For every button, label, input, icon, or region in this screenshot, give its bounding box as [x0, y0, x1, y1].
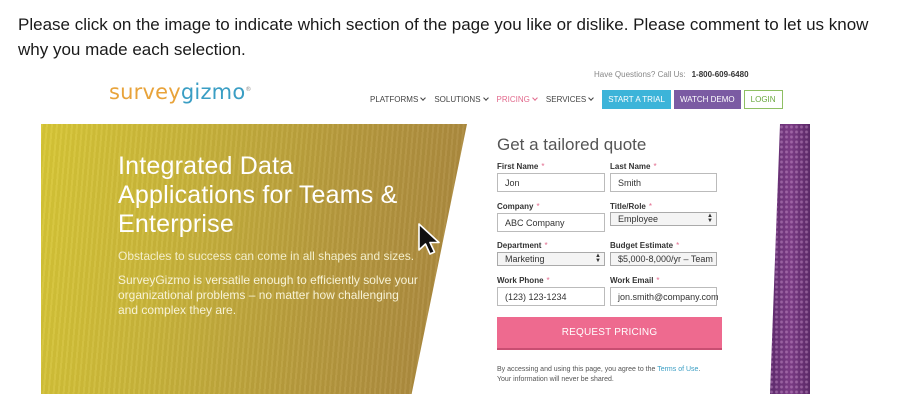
department-label-text: Department: [497, 241, 542, 250]
first-name-field[interactable]: Jon: [497, 173, 605, 192]
hero-title: Integrated Data Applications for Teams &…: [118, 152, 398, 238]
work-phone-field[interactable]: (123) 123-1234: [497, 287, 605, 306]
chevron-down-icon: [532, 95, 538, 101]
nav-solutions-label: SOLUTIONS: [434, 95, 481, 104]
last-name-label-text: Last Name: [610, 162, 651, 171]
title-role-label: Title/Role *: [610, 202, 652, 211]
work-email-label: Work Email *: [610, 276, 660, 285]
nav-platforms-label: PLATFORMS: [370, 95, 419, 104]
title-role-select[interactable]: Employee ▲ ▼: [610, 212, 717, 226]
login-button[interactable]: LOGIN: [743, 90, 783, 109]
logo-trademark: ®: [245, 86, 252, 93]
disclaimer-text: By accessing and using this page, you ag…: [497, 366, 658, 373]
nav-pricing[interactable]: PRICING: [496, 95, 538, 104]
department-label: Department *: [497, 241, 548, 250]
title-role-label-text: Title/Role: [610, 202, 646, 211]
company-label: Company *: [497, 202, 540, 211]
contact-info: Have Questions? Call Us: 1-800-609-6480: [594, 70, 749, 79]
logo-text-gizmo: gizmo: [180, 80, 246, 104]
main-nav: PLATFORMS SOLUTIONS PRICING SERVICES STA…: [370, 90, 786, 109]
last-name-label: Last Name *: [610, 162, 657, 171]
budget-select[interactable]: $5,000-8,000/yr – Team E▲▼: [610, 252, 717, 266]
request-pricing-button[interactable]: REQUEST PRICING: [497, 317, 722, 348]
budget-value: $5,000-8,000/yr – Team E: [618, 254, 717, 264]
company-field[interactable]: ABC Company: [497, 213, 605, 232]
required-mark: *: [541, 162, 545, 171]
chevron-down-icon: [420, 95, 427, 101]
mouse-pointer-icon: [418, 223, 440, 255]
required-mark: *: [536, 202, 540, 211]
last-name-field[interactable]: Smith: [610, 173, 717, 192]
form-title: Get a tailored quote: [497, 135, 647, 154]
first-name-label: First Name *: [497, 162, 544, 171]
contact-label: Have Questions? Call Us:: [594, 70, 686, 79]
logo-text-survey: survey: [109, 80, 181, 104]
department-value: Marketing: [505, 254, 545, 264]
nav-solutions[interactable]: SOLUTIONS: [434, 95, 489, 104]
nav-services-label: SERVICES: [545, 95, 587, 104]
required-mark: *: [653, 162, 657, 171]
start-trial-button[interactable]: START A TRIAL: [602, 90, 671, 109]
department-select[interactable]: Marketing ▲ ▼: [497, 252, 605, 266]
budget-label-text: Budget Estimate: [610, 241, 674, 250]
survey-instructions: Please click on the image to indicate wh…: [18, 15, 869, 59]
work-phone-label-text: Work Phone: [497, 276, 544, 285]
required-mark: *: [656, 276, 660, 285]
surveygizmo-logo[interactable]: surveygizmo®: [109, 80, 252, 104]
watch-demo-button[interactable]: WATCH DEMO: [673, 90, 741, 109]
terms-of-use-link[interactable]: Terms of Use: [657, 366, 698, 373]
nav-platforms[interactable]: PLATFORMS: [370, 95, 427, 104]
company-label-text: Company: [497, 202, 534, 211]
budget-label: Budget Estimate *: [610, 241, 679, 250]
required-mark: *: [546, 276, 550, 285]
chevron-down-icon: [482, 95, 489, 101]
select-arrows-icon: ▲ ▼: [595, 253, 601, 264]
work-phone-label: Work Phone *: [497, 276, 550, 285]
required-mark: *: [544, 241, 548, 250]
purple-decorative-strip: [770, 124, 810, 394]
phone-number[interactable]: 1-800-609-6480: [692, 70, 749, 79]
select-arrows-icon: ▲ ▼: [707, 213, 713, 224]
title-role-value: Employee: [618, 214, 659, 224]
required-mark: *: [648, 202, 652, 211]
nav-pricing-label: PRICING: [496, 95, 530, 104]
work-email-field[interactable]: jon.smith@company.com: [610, 287, 719, 306]
required-mark: *: [676, 241, 680, 250]
work-email-label-text: Work Email: [610, 276, 654, 285]
form-disclaimer: By accessing and using this page, you ag…: [497, 365, 712, 385]
hero-body-text: SurveyGizmo is versatile enough to effic…: [118, 273, 418, 317]
first-name-label-text: First Name: [497, 162, 539, 171]
nav-services[interactable]: SERVICES: [545, 95, 595, 104]
hero-subtitle: Obstacles to success can come in all sha…: [118, 249, 415, 263]
chevron-down-icon: [588, 95, 595, 101]
